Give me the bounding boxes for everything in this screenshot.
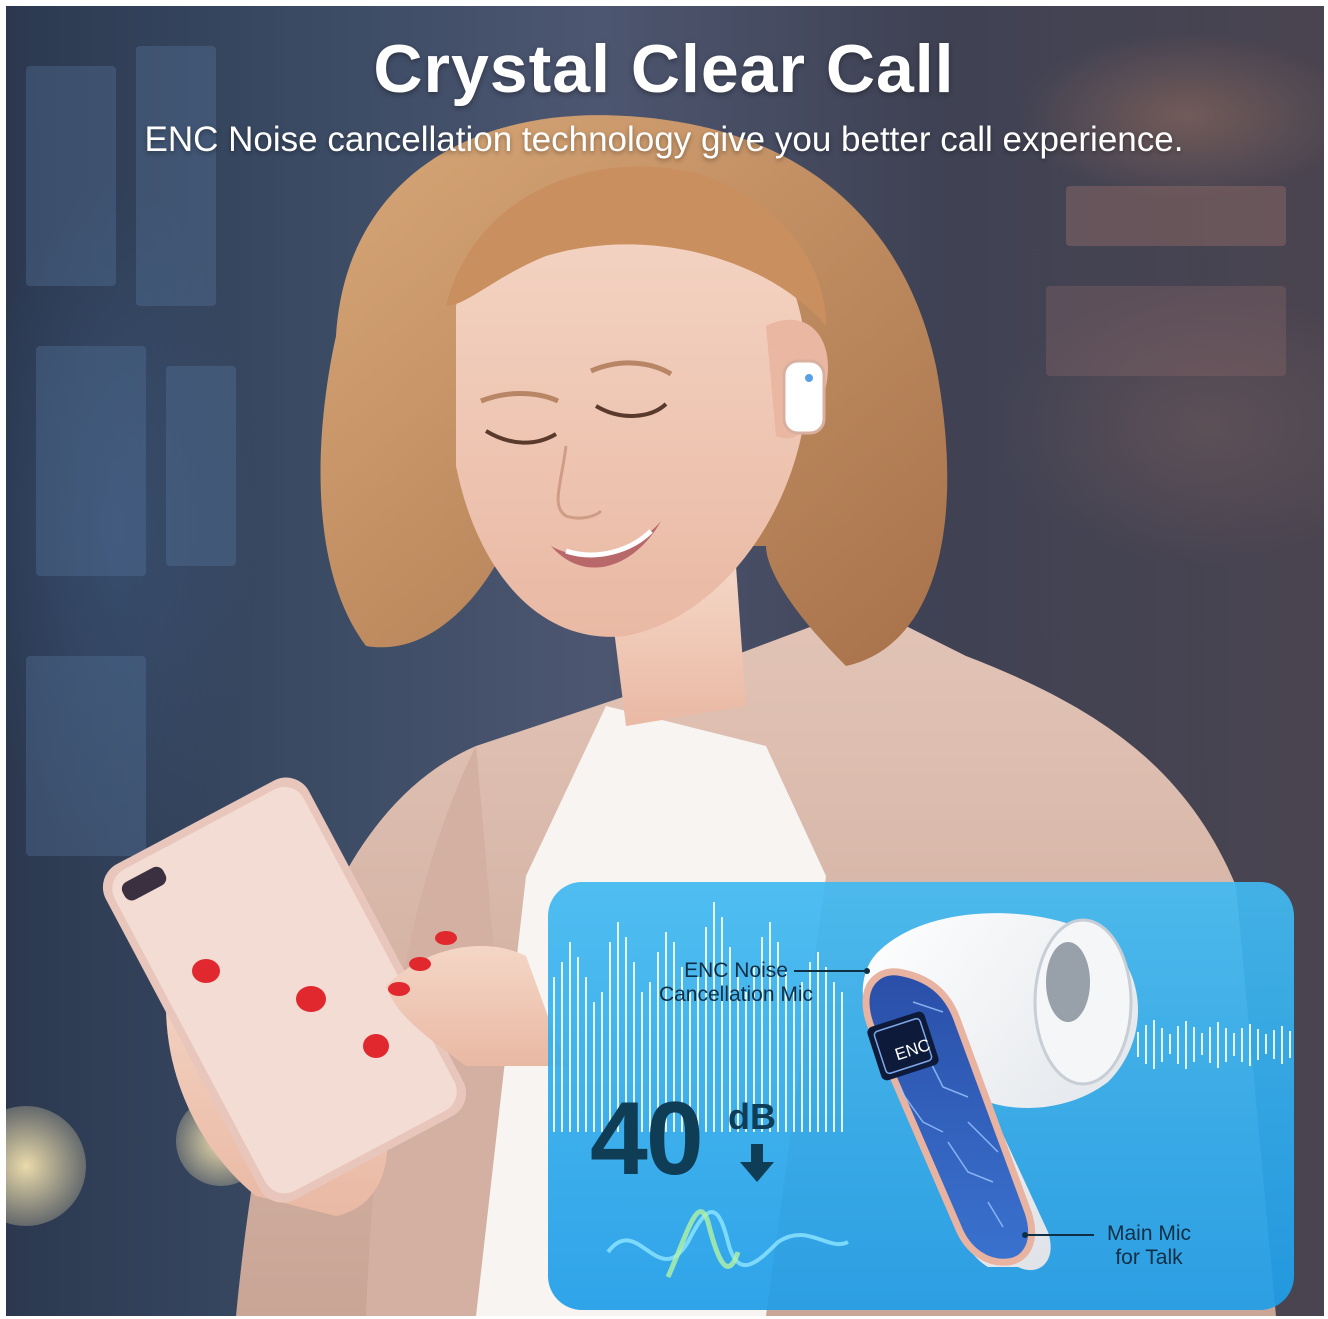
- enc-mic-leader-line: [794, 970, 866, 972]
- main-mic-callout-line-1: Main Mic: [1106, 1222, 1191, 1245]
- enc-mic-callout: ENC Noise Cancellation Mic: [646, 959, 826, 1007]
- main-mic-leader-line: [1026, 1234, 1094, 1236]
- noise-reduction-unit: dB: [728, 1096, 776, 1137]
- main-mic-leader-dot: [1022, 1232, 1028, 1238]
- enc-info-panel: ENC ENC Noise Cancellation Mic Main Mic …: [548, 882, 1294, 1310]
- subheadline: ENC Noise cancellation technology give y…: [144, 120, 1184, 159]
- headline: Crystal Clear Call: [373, 31, 955, 107]
- enc-mic-callout-line-2: Cancellation Mic: [658, 983, 814, 1006]
- noise-reduction-value: 40: [590, 1081, 704, 1197]
- enc-mic-leader-dot: [864, 968, 870, 974]
- main-mic-callout-line-2: for Talk: [1115, 1246, 1183, 1269]
- main-mic-callout: Main Mic for Talk: [1094, 1222, 1204, 1270]
